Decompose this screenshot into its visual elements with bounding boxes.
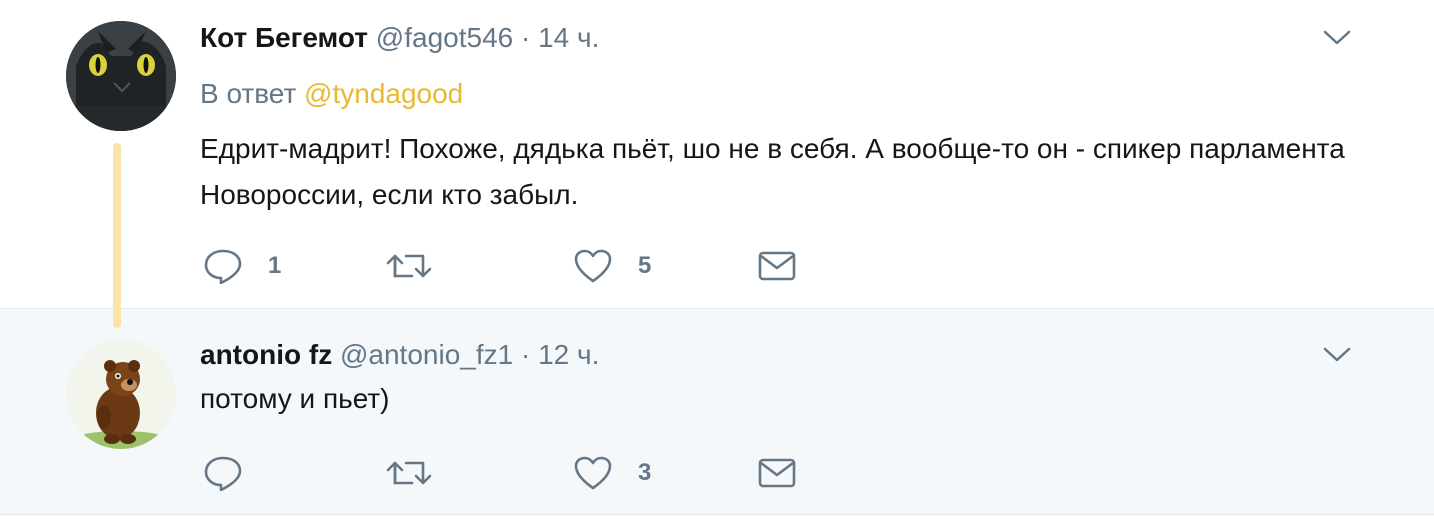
- tweet[interactable]: antonio fz @antonio_fz1 · 12 ч. потому и…: [0, 308, 1434, 515]
- tweet[interactable]: Кот Бегемот @fagot546 · 14 ч. В ответ @t…: [0, 0, 1434, 308]
- envelope-icon: [758, 251, 796, 281]
- black-cat-avatar-icon: [66, 21, 176, 131]
- separator-dot: ·: [521, 22, 531, 53]
- reply-button[interactable]: [204, 453, 268, 493]
- tweet-actions: 3: [200, 453, 820, 493]
- retweet-button[interactable]: [386, 246, 458, 286]
- reply-button[interactable]: 1: [204, 246, 281, 286]
- like-count: 3: [638, 459, 652, 486]
- tweet-header: antonio fz @antonio_fz1 · 12 ч.: [200, 337, 599, 373]
- tweet-header: Кот Бегемот @fagot546 · 14 ч.: [200, 20, 599, 56]
- reply-mention-link[interactable]: @tyndagood: [304, 78, 463, 109]
- envelope-icon: [758, 458, 796, 488]
- tweet-text: Едрит-мадрит! Похоже, дядька пьёт, шо не…: [200, 133, 1345, 210]
- reply-prefix: В ответ: [200, 78, 297, 109]
- more-options-button[interactable]: [1322, 28, 1352, 48]
- divider: [0, 514, 1434, 529]
- timestamp[interactable]: 12 ч.: [538, 339, 599, 370]
- user-handle[interactable]: @antonio_fz1: [340, 339, 513, 370]
- direct-message-button[interactable]: [758, 453, 796, 493]
- tweet-text: потому и пьет): [200, 383, 390, 414]
- like-count: 5: [638, 252, 652, 279]
- chevron-down-icon: [1323, 347, 1351, 362]
- conversation-thread-line: [113, 143, 121, 328]
- retweet-arrows-icon: [386, 461, 432, 485]
- direct-message-button[interactable]: [758, 246, 796, 286]
- user-handle[interactable]: @fagot546: [376, 22, 513, 53]
- display-name[interactable]: antonio fz: [200, 339, 332, 370]
- retweet-arrows-icon: [386, 254, 432, 278]
- timestamp[interactable]: 14 ч.: [538, 22, 599, 53]
- retweet-button[interactable]: [386, 453, 458, 493]
- tweet-actions: 1 5: [200, 246, 820, 286]
- avatar[interactable]: [66, 21, 176, 131]
- like-button[interactable]: 3: [574, 453, 651, 493]
- more-options-button[interactable]: [1322, 345, 1352, 365]
- separator-dot: ·: [520, 339, 531, 370]
- speech-bubble-icon: [204, 456, 242, 491]
- display-name[interactable]: Кот Бегемот: [200, 22, 368, 53]
- avatar[interactable]: [66, 339, 176, 449]
- reply-context: В ответ @tyndagood: [200, 76, 463, 112]
- speech-bubble-icon: [204, 249, 242, 284]
- heart-icon: [574, 249, 612, 283]
- reply-count: 1: [268, 252, 282, 279]
- like-button[interactable]: 5: [574, 246, 651, 286]
- heart-icon: [574, 456, 612, 490]
- winnie-the-pooh-avatar-icon: [66, 339, 176, 449]
- chevron-down-icon: [1323, 30, 1351, 45]
